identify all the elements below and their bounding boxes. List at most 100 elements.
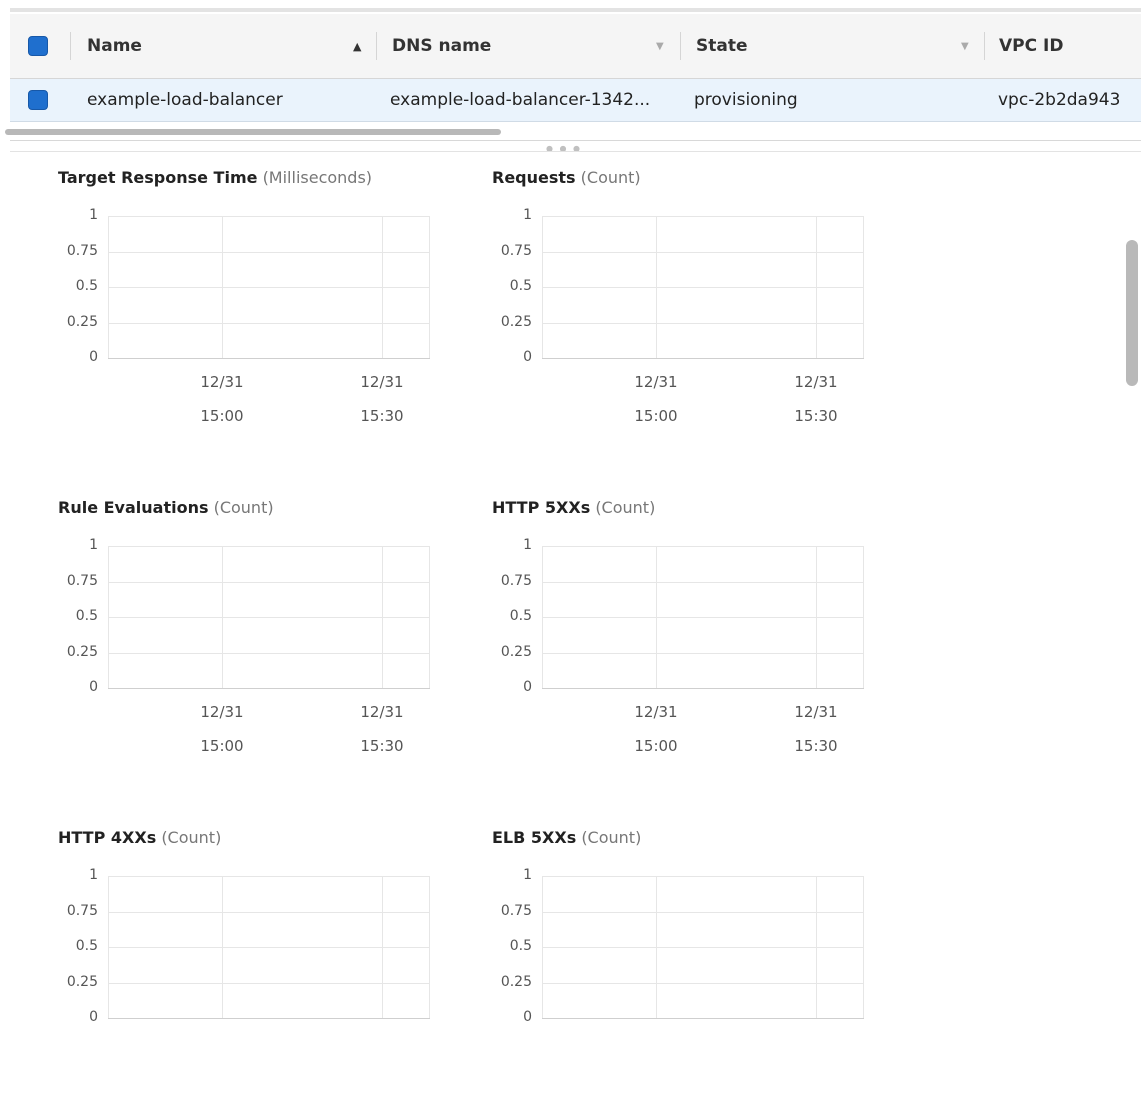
row-checkbox[interactable] [28, 90, 48, 110]
vertical-scrollbar-thumb[interactable] [1126, 240, 1138, 386]
y-tick-label: 0 [89, 1009, 98, 1025]
x-tick-time: 15:30 [794, 737, 838, 755]
cell-name: example-load-balancer [87, 90, 283, 110]
x-axis-line [542, 358, 864, 359]
chart-title-text: Requests [492, 168, 576, 187]
chart-title: HTTP 4XXs (Count) [58, 828, 221, 847]
y-tick-label: 0.75 [500, 242, 532, 259]
gridline [863, 216, 864, 358]
gridline [222, 546, 223, 688]
gridline [542, 546, 543, 688]
x-tick-date: 12/31 [794, 373, 838, 391]
column-header-vpc-id[interactable]: VPC ID [999, 14, 1139, 78]
x-tick-date: 12/31 [634, 703, 678, 721]
chart[interactable]: Requests (Count) 1 0.75 0.5 0.25 0 12/31 15:00 1… [492, 168, 872, 438]
chart[interactable]: ELB 5XXs (Count) 1 0.75 0.5 0.25 0 [492, 828, 872, 1098]
chart[interactable]: HTTP 4XXs (Count) 1 0.75 0.5 0.25 0 [58, 828, 438, 1098]
y-tick-label: 0.25 [66, 643, 98, 660]
horizontal-scrollbar-thumb[interactable] [5, 129, 501, 135]
chart-unit: (Count) [213, 498, 274, 517]
x-tick-date: 12/31 [200, 373, 244, 391]
column-header-state-label: State [696, 36, 748, 56]
x-tick-date: 12/31 [360, 373, 404, 391]
sort-ascending-icon[interactable]: ▲ [353, 40, 361, 53]
x-tick-time: 15:30 [794, 407, 838, 425]
y-tick-label: 1 [89, 537, 98, 553]
chart-unit: (Count) [595, 498, 656, 517]
gridline [108, 546, 109, 688]
y-tick-label: 0.5 [75, 938, 98, 954]
x-tick-time: 15:30 [360, 407, 404, 425]
y-tick-label: 1 [89, 867, 98, 883]
column-header-dns-label: DNS name [392, 36, 492, 56]
gridline [542, 216, 543, 358]
gridline [863, 546, 864, 688]
y-tick-label: 0.75 [66, 242, 98, 259]
y-tick-label: 0.75 [500, 572, 532, 589]
chart-title: HTTP 5XXs (Count) [492, 498, 655, 517]
gridline [816, 876, 817, 1018]
gridline [816, 546, 817, 688]
divider [10, 140, 1141, 141]
y-tick-label: 1 [89, 207, 98, 223]
select-all-checkbox[interactable] [28, 36, 48, 56]
y-tick-label: 1 [523, 867, 532, 883]
table-header: Name ▲ DNS name ▼ State ▼ VPC ID [10, 14, 1141, 79]
column-separator [680, 32, 681, 60]
chart[interactable]: Target Response Time (Milliseconds) 1 0.75… [58, 168, 438, 438]
gridline [382, 216, 383, 358]
chart-title-text: HTTP 5XXs [492, 498, 591, 517]
chart-unit: (Count) [581, 828, 642, 847]
y-tick-label: 0 [523, 349, 532, 365]
y-tick-label: 0.75 [66, 902, 98, 919]
y-tick-label: 0.25 [66, 313, 98, 330]
sort-dropdown-icon[interactable]: ▼ [656, 41, 664, 52]
chart-unit: (Count) [580, 168, 641, 187]
y-tick-label: 0 [523, 679, 532, 695]
chart-title-text: HTTP 4XXs [58, 828, 157, 847]
column-header-vpc-label: VPC ID [999, 36, 1064, 56]
x-tick-time: 15:00 [200, 407, 244, 425]
y-tick-label: 0 [523, 1009, 532, 1025]
y-tick-label: 0.5 [75, 608, 98, 624]
column-separator [984, 32, 985, 60]
chart-title: ELB 5XXs (Count) [492, 828, 641, 847]
gridline [656, 876, 657, 1018]
x-tick-date: 12/31 [794, 703, 838, 721]
y-tick-label: 0.75 [66, 572, 98, 589]
chart-title-text: ELB 5XXs [492, 828, 577, 847]
y-tick-label: 0.75 [500, 902, 532, 919]
sort-dropdown-icon[interactable]: ▼ [961, 41, 969, 52]
column-header-state[interactable]: State [696, 14, 976, 78]
y-tick-label: 0 [89, 679, 98, 695]
x-tick-time: 15:00 [634, 407, 678, 425]
gridline [108, 876, 109, 1018]
y-tick-label: 0.25 [500, 313, 532, 330]
x-axis-line [108, 1018, 430, 1019]
gridline [542, 876, 543, 1018]
y-tick-label: 0.5 [509, 938, 532, 954]
gridline [222, 876, 223, 1018]
cell-dns-name: example-load-balancer-1342... [390, 90, 651, 110]
y-tick-label: 0.25 [500, 973, 532, 990]
column-header-name[interactable]: Name [87, 14, 377, 78]
x-axis-line [108, 688, 430, 689]
x-tick-date: 12/31 [200, 703, 244, 721]
gridline [108, 216, 109, 358]
gridline [863, 876, 864, 1018]
chart[interactable]: HTTP 5XXs (Count) 1 0.75 0.5 0.25 0 12/31 15:00… [492, 498, 872, 768]
column-header-dns-name[interactable]: DNS name [392, 14, 682, 78]
y-tick-label: 0.5 [509, 278, 532, 294]
x-axis-line [108, 358, 430, 359]
y-tick-label: 1 [523, 537, 532, 553]
x-tick-time: 15:00 [634, 737, 678, 755]
chart[interactable]: Rule Evaluations (Count) 1 0.75 0.5 0.25 0 12/… [58, 498, 438, 768]
cell-vpc-id: vpc-2b2da943 [998, 90, 1121, 110]
gridline [382, 546, 383, 688]
y-tick-label: 0.25 [500, 643, 532, 660]
divider [10, 151, 1141, 152]
table-row[interactable]: example-load-balancer example-load-balan… [10, 79, 1141, 122]
top-border [10, 8, 1141, 12]
x-tick-date: 12/31 [634, 373, 678, 391]
y-tick-label: 0.25 [66, 973, 98, 990]
